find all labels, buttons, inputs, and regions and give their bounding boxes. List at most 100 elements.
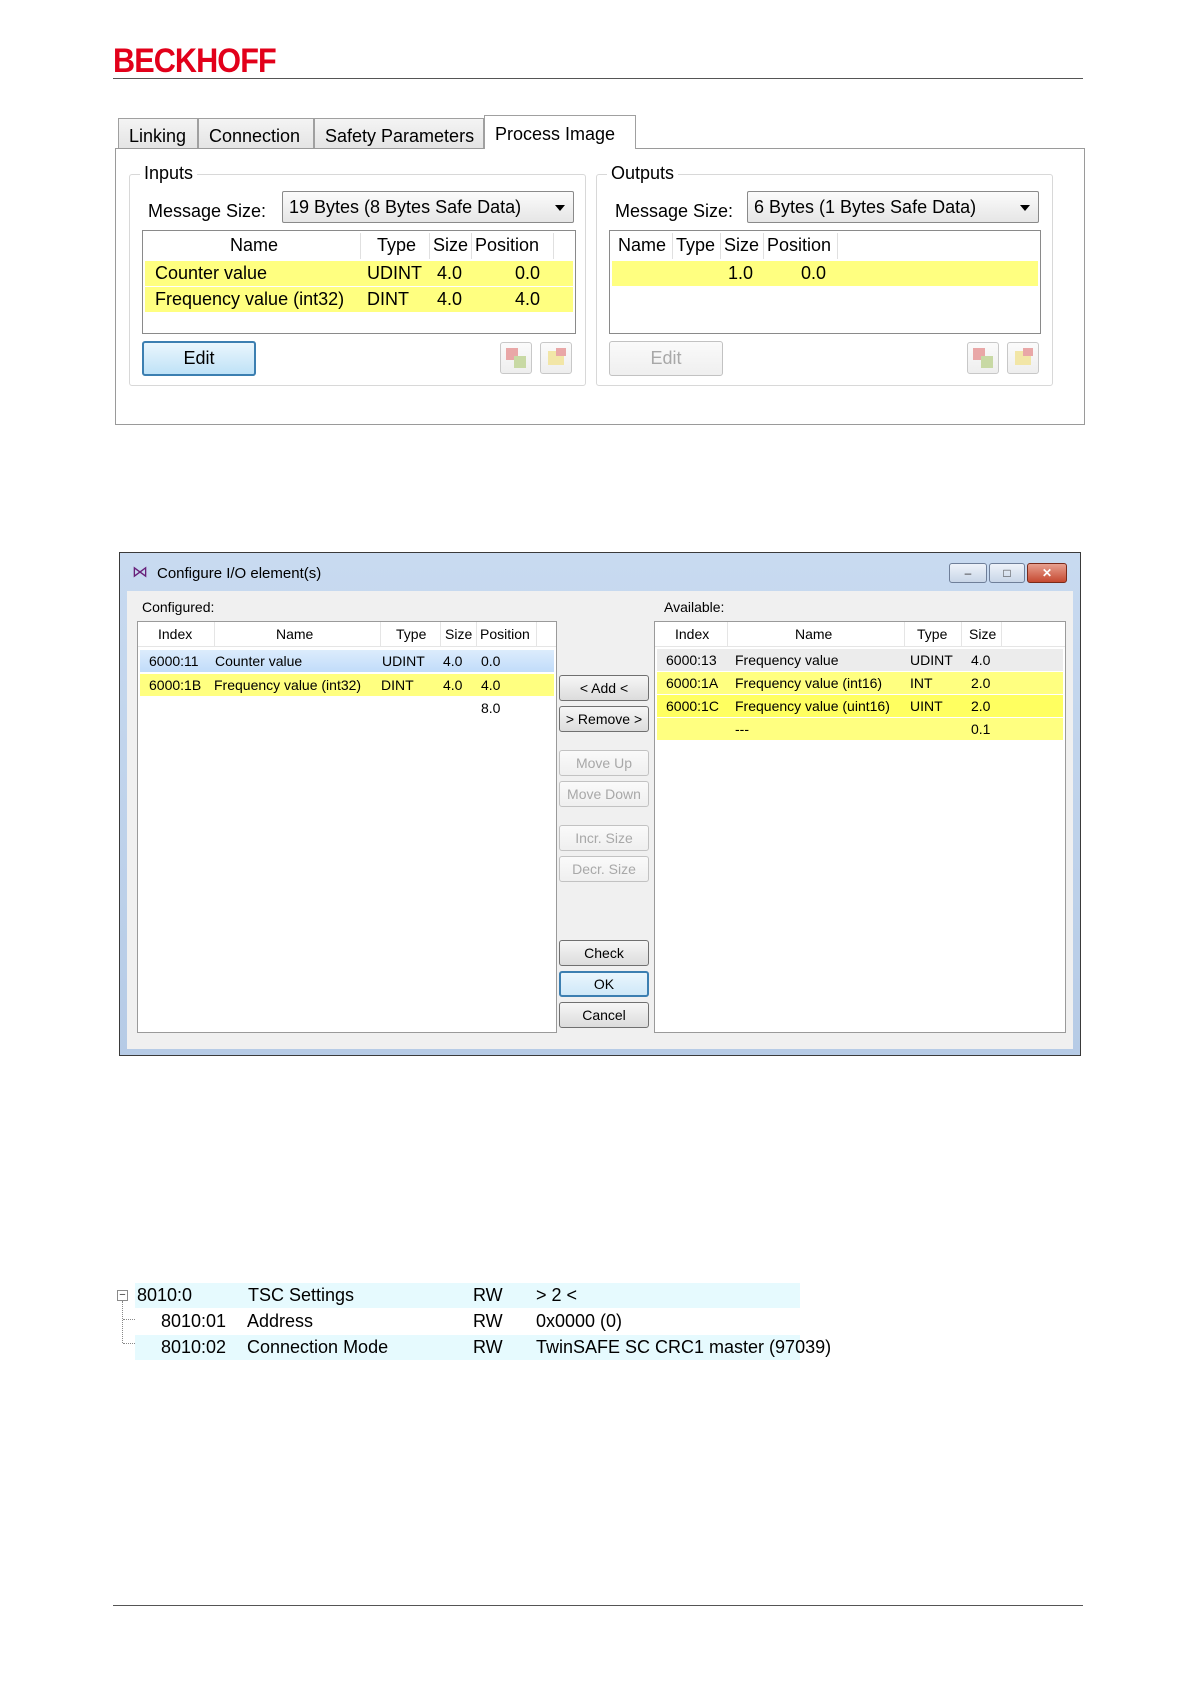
check-button[interactable]: Check xyxy=(559,940,649,966)
minimize-button[interactable]: – xyxy=(949,563,987,583)
cell-type: UDINT xyxy=(367,263,422,283)
available-list[interactable]: Index Name Type Size 6000:13 Frequency v… xyxy=(654,621,1066,1033)
cell-size: 4.0 xyxy=(437,263,463,283)
tree-name: Connection Mode xyxy=(247,1337,389,1357)
inputs-list[interactable]: Name Type Size Position Counter value UD… xyxy=(142,230,576,334)
cell-name: Frequency value (int32) xyxy=(214,677,362,693)
inputs-col-name[interactable]: Name xyxy=(230,235,278,256)
table-row[interactable]: 6000:1A Frequency value (int16) INT 2.0 xyxy=(657,672,1063,694)
visual-studio-icon: ⋈ xyxy=(132,564,148,581)
inputs-col-position[interactable]: Position xyxy=(475,235,539,256)
outputs-message-size-dropdown[interactable]: 6 Bytes (1 Bytes Safe Data) xyxy=(747,191,1039,223)
cell-name: Counter value xyxy=(155,263,268,283)
cell-index: 6000:13 xyxy=(666,652,717,668)
cell-position: 0.0 xyxy=(515,263,541,283)
assign-icon-part xyxy=(981,356,993,368)
cell-index: 6000:1A xyxy=(666,675,719,691)
cell-position: 4.0 xyxy=(481,677,501,693)
header-rule xyxy=(113,78,1083,79)
ok-button[interactable]: OK xyxy=(559,971,649,997)
table-row[interactable]: --- 0.1 xyxy=(657,718,1063,740)
table-row[interactable]: 8.0 xyxy=(140,697,554,719)
tree-access: RW xyxy=(473,1285,503,1305)
outputs-message-size-label: Message Size: xyxy=(615,201,734,221)
configured-col-index[interactable]: Index xyxy=(158,626,192,642)
maximize-button[interactable]: □ xyxy=(989,563,1025,583)
tab-connection[interactable]: Connection xyxy=(198,118,314,148)
cell-name: Frequency value (uint16) xyxy=(735,698,890,714)
tab-safety-parameters[interactable]: Safety Parameters xyxy=(314,118,484,148)
tree-row[interactable]: 8010:02 Connection Mode RW TwinSAFE SC C… xyxy=(135,1335,831,1360)
configured-col-size[interactable]: Size xyxy=(445,626,472,642)
available-col-name[interactable]: Name xyxy=(795,626,832,642)
table-row[interactable]: 1.0 0.0 xyxy=(612,261,1038,286)
configured-col-type[interactable]: Type xyxy=(396,626,426,642)
cell-size: 1.0 xyxy=(728,263,754,283)
assign-icon-button[interactable] xyxy=(500,342,532,374)
tree-value: TwinSAFE SC CRC1 master (97039) xyxy=(536,1337,832,1357)
tree-name: TSC Settings xyxy=(248,1285,355,1305)
outputs-col-name[interactable]: Name xyxy=(618,235,666,256)
inputs-edit-button[interactable]: Edit xyxy=(142,341,256,376)
cell-position: 0.0 xyxy=(801,263,827,283)
inputs-message-size-label: Message Size: xyxy=(148,201,267,221)
inputs-message-size-value: 19 Bytes (8 Bytes Safe Data) xyxy=(289,197,522,217)
tree-row[interactable]: 8010:0 TSC Settings RW > 2 < xyxy=(135,1283,800,1308)
table-row[interactable]: 6000:13 Frequency value UDINT 4.0 xyxy=(657,649,1063,671)
column-separator xyxy=(429,233,430,259)
add-button[interactable]: < Add < xyxy=(559,675,649,701)
chevron-down-icon xyxy=(1020,205,1030,211)
cancel-button[interactable]: Cancel xyxy=(559,1002,649,1028)
tree-value: > 2 < xyxy=(536,1285,578,1305)
process-image-window: Linking Connection Safety Parameters Pro… xyxy=(115,115,1085,425)
outputs-col-type[interactable]: Type xyxy=(676,235,715,256)
available-col-type[interactable]: Type xyxy=(917,626,947,642)
inputs-group: Inputs Message Size: 19 Bytes (8 Bytes S… xyxy=(129,163,586,386)
outputs-list[interactable]: Name Type Size Position 1.0 0.0 xyxy=(609,230,1041,334)
available-col-index[interactable]: Index xyxy=(675,626,709,642)
configured-col-position[interactable]: Position xyxy=(480,626,530,642)
beckhoff-logo: BECKHOFF xyxy=(113,42,277,80)
inputs-col-type[interactable]: Type xyxy=(377,235,416,256)
tree-access: RW xyxy=(473,1311,503,1331)
move-down-button[interactable]: Move Down xyxy=(559,781,649,807)
cell-name: Frequency value (int32) xyxy=(155,289,345,309)
cell-size: 2.0 xyxy=(971,675,991,691)
outputs-col-position[interactable]: Position xyxy=(767,235,831,256)
close-button[interactable]: ✕ xyxy=(1027,563,1067,583)
collapse-icon[interactable]: − xyxy=(117,1290,128,1301)
assign-icon-button[interactable] xyxy=(967,342,999,374)
footer-rule xyxy=(113,1605,1083,1606)
cell-type: INT xyxy=(910,675,933,691)
remove-button[interactable]: > Remove > xyxy=(559,706,649,732)
tab-process-image[interactable]: Process Image xyxy=(484,115,636,149)
table-row[interactable]: Frequency value (int32) DINT 4.0 4.0 xyxy=(145,287,573,312)
table-row[interactable]: 6000:1C Frequency value (uint16) UINT 2.… xyxy=(657,695,1063,717)
outputs-message-size-value: 6 Bytes (1 Bytes Safe Data) xyxy=(754,197,977,217)
cell-size: 2.0 xyxy=(971,698,991,714)
process-image-panel: Inputs Message Size: 19 Bytes (8 Bytes S… xyxy=(115,148,1085,425)
tree-row[interactable]: 8010:01 Address RW 0x0000 (0) xyxy=(135,1309,800,1334)
tab-linking[interactable]: Linking xyxy=(118,118,198,148)
configured-header: Index Name Type Size Position xyxy=(138,622,556,647)
incr-size-button[interactable]: Incr. Size xyxy=(559,825,649,851)
remove-icon-button[interactable] xyxy=(1007,342,1039,374)
decr-size-button[interactable]: Decr. Size xyxy=(559,856,649,882)
table-row[interactable]: 6000:1B Frequency value (int32) DINT 4.0… xyxy=(140,674,554,696)
outputs-edit-button[interactable]: Edit xyxy=(609,341,723,376)
settings-tree: − 8010:0 TSC Settings RW > 2 < 8010:01 A… xyxy=(113,1283,831,1375)
inputs-col-size[interactable]: Size xyxy=(433,235,468,256)
column-separator xyxy=(380,622,381,646)
configured-col-name[interactable]: Name xyxy=(276,626,313,642)
cell-name: Frequency value (int16) xyxy=(735,675,883,691)
cell-index: 6000:11 xyxy=(149,653,199,669)
move-up-button[interactable]: Move Up xyxy=(559,750,649,776)
available-col-size[interactable]: Size xyxy=(969,626,996,642)
cell-type: UDINT xyxy=(910,652,953,668)
remove-icon-button[interactable] xyxy=(540,342,572,374)
inputs-message-size-dropdown[interactable]: 19 Bytes (8 Bytes Safe Data) xyxy=(282,191,574,223)
table-row[interactable]: Counter value UDINT 4.0 0.0 xyxy=(145,261,573,286)
configured-list[interactable]: Index Name Type Size Position 6000:11 Co… xyxy=(137,621,557,1033)
outputs-col-size[interactable]: Size xyxy=(724,235,759,256)
table-row[interactable]: 6000:11 Counter value UDINT 4.0 0.0 xyxy=(140,650,554,672)
